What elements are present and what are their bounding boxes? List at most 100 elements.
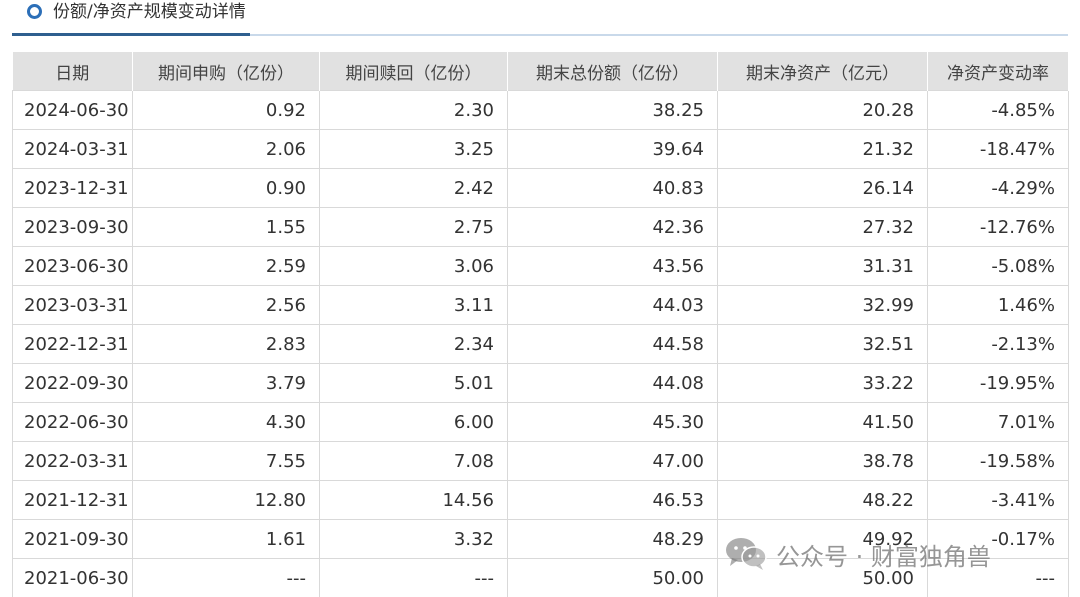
column-header-total-shares: 期末总份额（亿份）	[507, 52, 718, 91]
fund-scale-panel: 份额/净资产规模变动详情 日期 期间申购（亿份） 期间赎回（亿份） 期末总份额（…	[0, 0, 1080, 597]
cell-redemption: ---	[319, 558, 508, 597]
section-header: 份额/净资产规模变动详情	[12, 0, 1068, 36]
cell-total-shares: 44.58	[507, 324, 718, 364]
cell-net-asset-change: -4.85%	[927, 90, 1069, 130]
cell-date: 2023-09-30	[12, 207, 133, 247]
cell-net-assets: 20.28	[717, 90, 928, 130]
cell-subscription: 2.59	[132, 246, 320, 286]
cell-net-asset-change: 7.01%	[927, 402, 1069, 442]
cell-net-asset-change: -12.76%	[927, 207, 1069, 247]
table-header-row: 日期 期间申购（亿份） 期间赎回（亿份） 期末总份额（亿份） 期末净资产（亿元）…	[12, 52, 1069, 91]
table-row: 2022-06-30 4.30 6.00 45.30 41.50 7.01%	[12, 402, 1069, 442]
circle-bullet-icon	[27, 4, 42, 19]
cell-total-shares: 50.00	[507, 558, 718, 597]
column-header-net-asset-change: 净资产变动率	[927, 52, 1069, 91]
cell-date: 2021-06-30	[12, 558, 133, 597]
cell-subscription: 0.90	[132, 168, 320, 208]
header-divider-accent	[12, 33, 250, 36]
table-row: 2023-12-31 0.90 2.42 40.83 26.14 -4.29%	[12, 168, 1069, 208]
cell-net-asset-change: -19.95%	[927, 363, 1069, 403]
table-row: 2024-06-30 0.92 2.30 38.25 20.28 -4.85%	[12, 90, 1069, 130]
cell-date: 2021-12-31	[12, 480, 133, 520]
cell-redemption: 3.06	[319, 246, 508, 286]
cell-net-assets: 26.14	[717, 168, 928, 208]
cell-total-shares: 43.56	[507, 246, 718, 286]
cell-total-shares: 48.29	[507, 519, 718, 559]
cell-subscription: 2.83	[132, 324, 320, 364]
cell-subscription: 7.55	[132, 441, 320, 481]
cell-subscription: 4.30	[132, 402, 320, 442]
cell-net-assets: 33.22	[717, 363, 928, 403]
cell-net-asset-change: -5.08%	[927, 246, 1069, 286]
column-header-date: 日期	[12, 52, 133, 91]
cell-net-assets: 48.22	[717, 480, 928, 520]
cell-redemption: 3.25	[319, 129, 508, 169]
cell-net-asset-change: -3.41%	[927, 480, 1069, 520]
column-header-redemption: 期间赎回（亿份）	[319, 52, 508, 91]
cell-redemption: 3.11	[319, 285, 508, 325]
cell-redemption: 6.00	[319, 402, 508, 442]
cell-date: 2024-06-30	[12, 90, 133, 130]
cell-redemption: 3.32	[319, 519, 508, 559]
cell-net-asset-change: -2.13%	[927, 324, 1069, 364]
cell-net-assets: 32.51	[717, 324, 928, 364]
cell-total-shares: 47.00	[507, 441, 718, 481]
cell-total-shares: 44.03	[507, 285, 718, 325]
table-row: 2022-03-31 7.55 7.08 47.00 38.78 -19.58%	[12, 441, 1069, 481]
cell-net-assets: 38.78	[717, 441, 928, 481]
cell-total-shares: 40.83	[507, 168, 718, 208]
column-header-net-assets: 期末净资产（亿元）	[717, 52, 928, 91]
table-row: 2021-06-30 --- --- 50.00 50.00 ---	[12, 558, 1069, 597]
cell-subscription: 3.79	[132, 363, 320, 403]
cell-net-asset-change: -0.17%	[927, 519, 1069, 559]
cell-redemption: 2.75	[319, 207, 508, 247]
cell-date: 2024-03-31	[12, 129, 133, 169]
cell-net-asset-change: ---	[927, 558, 1069, 597]
cell-date: 2023-06-30	[12, 246, 133, 286]
cell-net-assets: 32.99	[717, 285, 928, 325]
table-row: 2023-06-30 2.59 3.06 43.56 31.31 -5.08%	[12, 246, 1069, 286]
cell-date: 2022-06-30	[12, 402, 133, 442]
table-row: 2022-09-30 3.79 5.01 44.08 33.22 -19.95%	[12, 363, 1069, 403]
cell-total-shares: 42.36	[507, 207, 718, 247]
cell-redemption: 14.56	[319, 480, 508, 520]
cell-redemption: 2.30	[319, 90, 508, 130]
cell-redemption: 7.08	[319, 441, 508, 481]
cell-total-shares: 39.64	[507, 129, 718, 169]
cell-subscription: ---	[132, 558, 320, 597]
cell-subscription: 12.80	[132, 480, 320, 520]
cell-net-asset-change: -4.29%	[927, 168, 1069, 208]
cell-redemption: 5.01	[319, 363, 508, 403]
cell-date: 2022-03-31	[12, 441, 133, 481]
cell-net-assets: 49.92	[717, 519, 928, 559]
cell-net-assets: 31.31	[717, 246, 928, 286]
cell-subscription: 2.06	[132, 129, 320, 169]
cell-date: 2022-09-30	[12, 363, 133, 403]
cell-total-shares: 46.53	[507, 480, 718, 520]
table-row: 2024-03-31 2.06 3.25 39.64 21.32 -18.47%	[12, 129, 1069, 169]
table-row: 2022-12-31 2.83 2.34 44.58 32.51 -2.13%	[12, 324, 1069, 364]
cell-net-assets: 50.00	[717, 558, 928, 597]
cell-date: 2022-12-31	[12, 324, 133, 364]
cell-net-assets: 27.32	[717, 207, 928, 247]
cell-net-asset-change: -19.58%	[927, 441, 1069, 481]
cell-total-shares: 44.08	[507, 363, 718, 403]
fund-scale-table: 日期 期间申购（亿份） 期间赎回（亿份） 期末总份额（亿份） 期末净资产（亿元）…	[12, 52, 1069, 597]
cell-date: 2023-03-31	[12, 285, 133, 325]
table-body: 2024-06-30 0.92 2.30 38.25 20.28 -4.85% 2024-0…	[12, 90, 1069, 597]
cell-subscription: 1.61	[132, 519, 320, 559]
cell-total-shares: 45.30	[507, 402, 718, 442]
cell-total-shares: 38.25	[507, 90, 718, 130]
table-row: 2023-03-31 2.56 3.11 44.03 32.99 1.46%	[12, 285, 1069, 325]
cell-subscription: 1.55	[132, 207, 320, 247]
cell-net-assets: 21.32	[717, 129, 928, 169]
cell-date: 2023-12-31	[12, 168, 133, 208]
cell-subscription: 2.56	[132, 285, 320, 325]
cell-net-assets: 41.50	[717, 402, 928, 442]
column-header-subscription: 期间申购（亿份）	[132, 52, 320, 91]
cell-net-asset-change: -18.47%	[927, 129, 1069, 169]
table-row: 2023-09-30 1.55 2.75 42.36 27.32 -12.76%	[12, 207, 1069, 247]
cell-redemption: 2.42	[319, 168, 508, 208]
cell-subscription: 0.92	[132, 90, 320, 130]
table-row: 2021-12-31 12.80 14.56 46.53 48.22 -3.41%	[12, 480, 1069, 520]
